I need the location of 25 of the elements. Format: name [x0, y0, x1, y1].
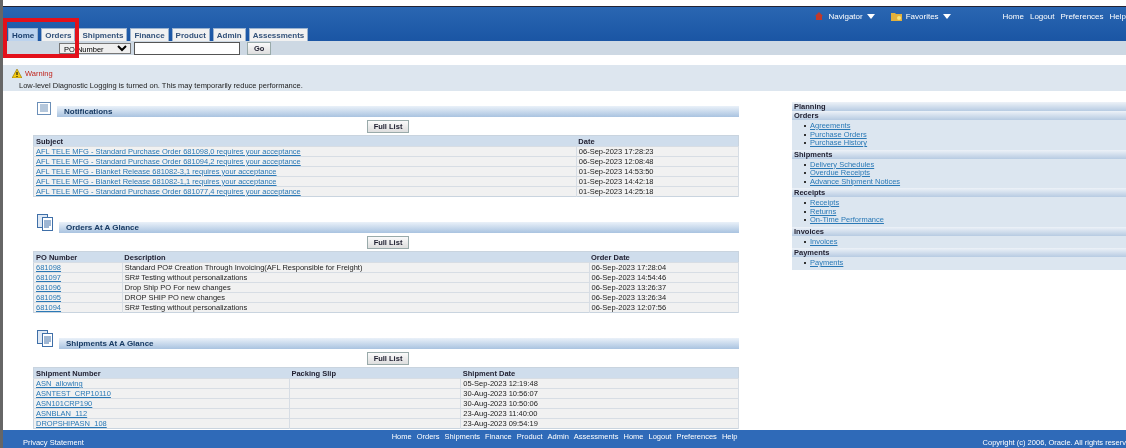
list-icon: [37, 102, 51, 115]
tab[interactable]: Finance: [130, 28, 169, 41]
global-link[interactable]: Logout: [1029, 11, 1055, 21]
global-link[interactable]: Preferences: [1060, 11, 1104, 21]
section-header: Shipments At A Glance: [59, 338, 739, 349]
caret-icon: [942, 13, 951, 19]
global-link[interactable]: Help: [1109, 11, 1126, 21]
tab[interactable]: Admin: [212, 28, 246, 41]
search-field[interactable]: [134, 41, 240, 55]
documents-icon: [37, 330, 53, 347]
tab[interactable]: Orders: [41, 28, 76, 41]
navigator-menu[interactable]: Navigator: [814, 11, 875, 21]
global-link[interactable]: Home: [1002, 11, 1024, 21]
warning-icon: [12, 69, 22, 78]
tab[interactable]: Product: [171, 28, 210, 41]
folder-star-icon: [890, 11, 902, 21]
section-header: Notifications: [57, 106, 739, 117]
section-header: Orders At A Glance: [59, 222, 739, 233]
tab[interactable]: Shipments: [78, 28, 128, 41]
documents-icon: [37, 214, 53, 231]
tab[interactable]: Assessments: [248, 28, 309, 41]
caret-icon: [866, 13, 875, 19]
favorites-menu[interactable]: Favorites: [890, 11, 951, 21]
tab[interactable]: Home: [8, 28, 39, 41]
house-icon: [814, 11, 825, 21]
